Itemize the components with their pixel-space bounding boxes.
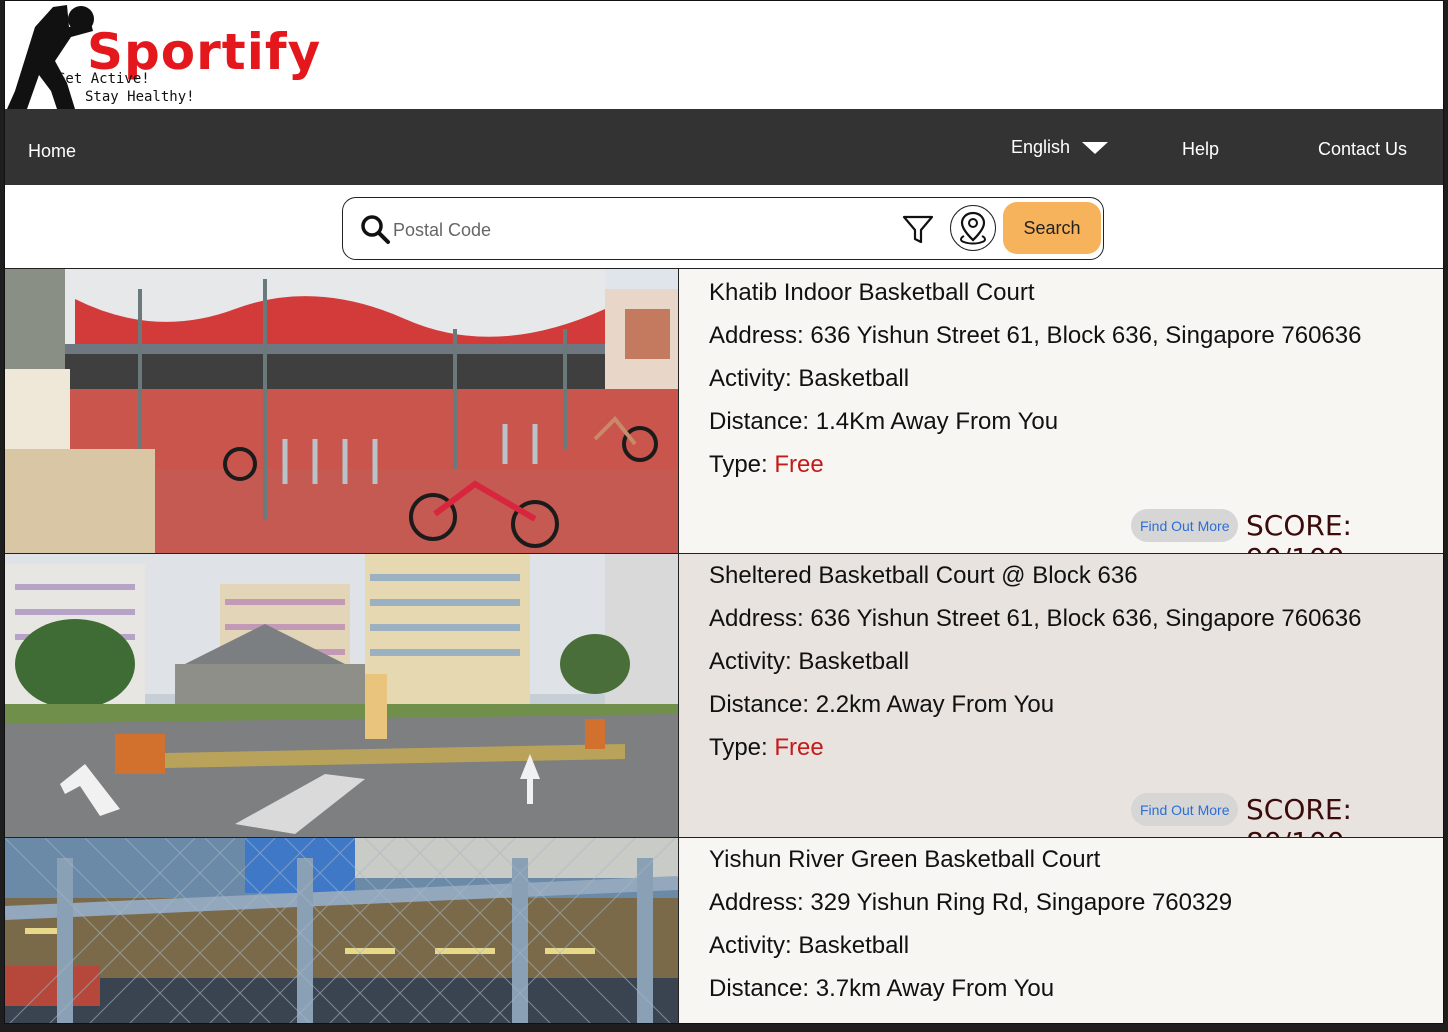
type-label: Type: (709, 734, 768, 761)
result-info: Yishun River Green Basketball Court Addr… (678, 838, 1443, 1023)
address-label: Address: (709, 605, 804, 632)
court-name[interactable]: Khatib Indoor Basketball Court (709, 279, 1035, 307)
search-icon[interactable] (359, 213, 391, 245)
address-label: Address: (709, 322, 804, 349)
court-address: Address: 636 Yishun Street 61, Block 636… (709, 605, 1361, 633)
address-value: 636 Yishun Street 61, Block 636, Singapo… (810, 322, 1362, 349)
court-name[interactable]: Sheltered Basketball Court @ Block 636 (709, 562, 1138, 590)
result-card: Sheltered Basketball Court @ Block 636 A… (5, 553, 1443, 859)
search-bar: Search (342, 197, 1104, 260)
type-label: Type: (709, 451, 768, 478)
type-value: Free (774, 734, 824, 761)
filter-icon[interactable] (901, 212, 935, 246)
court-activity: Activity: Basketball (709, 932, 909, 960)
address-label: Address: (709, 889, 804, 916)
result-info: Khatib Indoor Basketball Court Address: … (678, 269, 1443, 575)
location-pin-icon (960, 211, 986, 245)
court-name[interactable]: Yishun River Green Basketball Court (709, 846, 1100, 874)
court-distance: Distance: 2.2km Away From You (709, 691, 1054, 719)
activity-label: Activity: (709, 365, 792, 392)
court-photo-image (5, 838, 678, 1023)
court-photo[interactable] (5, 554, 678, 837)
find-out-more-button[interactable]: Find Out More (1131, 509, 1239, 542)
nav-contact-link[interactable]: Contact Us (1318, 139, 1407, 160)
activity-label: Activity: (709, 648, 792, 675)
distance-label: Distance: (709, 408, 810, 435)
court-photo-image (5, 269, 678, 553)
result-card: Khatib Indoor Basketball Court Address: … (5, 268, 1443, 575)
activity-value: Basketball (798, 932, 910, 959)
court-activity: Activity: Basketball (709, 648, 909, 676)
type-value: Free (774, 451, 824, 478)
header: Sportify Get Active! Stay Healthy! (5, 1, 1443, 109)
search-button[interactable]: Search (1003, 202, 1101, 254)
location-button[interactable] (950, 205, 996, 251)
distance-label: Distance: (709, 691, 810, 718)
activity-label: Activity: (709, 932, 792, 959)
nav-help-link[interactable]: Help (1182, 139, 1219, 160)
language-label: English (1011, 137, 1071, 157)
court-distance: Distance: 1.4Km Away From You (709, 408, 1058, 436)
page: Sportify Get Active! Stay Healthy! Home … (4, 0, 1444, 1024)
court-address: Address: 329 Yishun Ring Rd, Singapore 7… (709, 889, 1232, 917)
result-card: Yishun River Green Basketball Court Addr… (5, 837, 1443, 1023)
nav-home-link[interactable]: Home (28, 141, 76, 162)
tagline-2: Stay Healthy! (85, 89, 195, 105)
court-distance: Distance: 3.7km Away From You (709, 975, 1054, 1003)
distance-value: 1.4Km Away From You (815, 408, 1059, 435)
distance-value: 3.7km Away From You (815, 975, 1055, 1002)
nav-bar: Home English Help Contact Us (5, 109, 1443, 185)
activity-value: Basketball (798, 365, 910, 392)
chevron-down-icon (1082, 141, 1109, 154)
result-info: Sheltered Basketball Court @ Block 636 A… (678, 554, 1443, 859)
distance-value: 2.2km Away From You (815, 691, 1055, 718)
tagline-1: Get Active! (57, 71, 150, 87)
court-photo[interactable] (5, 838, 678, 1023)
court-photo[interactable] (5, 269, 678, 553)
address-value: 329 Yishun Ring Rd, Singapore 760329 (810, 889, 1233, 916)
court-type: Type: Free (709, 734, 824, 762)
language-selector[interactable]: English (1011, 137, 1109, 158)
postal-code-input[interactable] (393, 217, 873, 243)
find-out-more-button[interactable]: Find Out More (1131, 793, 1239, 826)
distance-label: Distance: (709, 975, 810, 1002)
court-photo-image (5, 554, 678, 837)
address-value: 636 Yishun Street 61, Block 636, Singapo… (810, 605, 1362, 632)
logo[interactable]: Sportify Get Active! Stay Healthy! (5, 1, 345, 109)
court-activity: Activity: Basketball (709, 365, 909, 393)
activity-value: Basketball (798, 648, 910, 675)
court-address: Address: 636 Yishun Street 61, Block 636… (709, 322, 1361, 350)
court-type: Type: Free (709, 451, 824, 479)
